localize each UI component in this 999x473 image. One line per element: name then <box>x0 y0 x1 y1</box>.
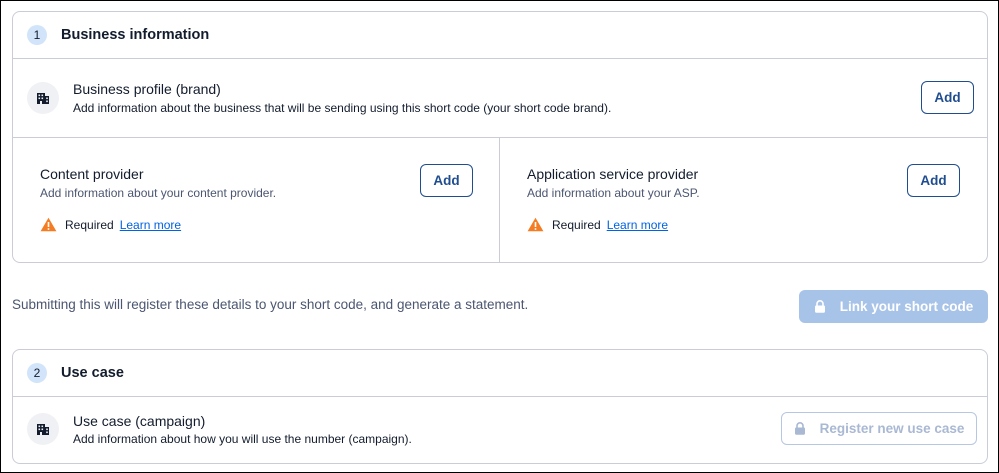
section-title: Business information <box>61 27 210 43</box>
link-short-code-button[interactable]: Link your short code <box>799 290 988 323</box>
add-business-profile-button[interactable]: Add <box>921 81 974 114</box>
content-provider-required: Required Learn more <box>40 217 181 232</box>
content-provider-title: Content provider <box>40 166 144 182</box>
business-profile-row: Business profile (brand) Add information… <box>13 59 987 138</box>
use-case-header: 2 Use case <box>13 350 987 397</box>
step-number-badge: 1 <box>27 25 47 45</box>
business-information-card: 1 Business information Business profile … <box>12 11 988 263</box>
business-information-header: 1 Business information <box>13 12 987 59</box>
submit-note: Submitting this will register these deta… <box>12 297 529 312</box>
building-icon <box>27 413 59 445</box>
asp-title: Application service provider <box>527 166 699 182</box>
step-number-badge: 2 <box>27 363 47 383</box>
use-case-campaign-row: Use case (campaign) Add information abou… <box>13 397 987 463</box>
register-use-case-button[interactable]: Register new use case <box>781 412 977 445</box>
lock-icon <box>794 422 806 435</box>
asp-description: Add information about your ASP. <box>527 186 700 200</box>
required-label: Required <box>552 217 601 232</box>
content-provider-panel: Content provider Add information about y… <box>13 138 500 262</box>
warning-icon <box>40 217 57 232</box>
learn-more-link[interactable]: Learn more <box>607 218 668 232</box>
use-case-card: 2 Use case Use case (campaign) Add infor… <box>12 349 988 464</box>
asp-panel: Application service provider Add informa… <box>500 138 987 262</box>
link-short-code-label: Link your short code <box>839 299 974 314</box>
business-profile-description: Add information about the business that … <box>73 101 612 115</box>
business-profile-title: Business profile (brand) <box>73 81 221 97</box>
use-case-campaign-description: Add information about how you will use t… <box>73 432 412 446</box>
section-title: Use case <box>61 365 124 381</box>
required-label: Required <box>65 217 114 232</box>
provider-row: Content provider Add information about y… <box>13 138 987 262</box>
content-provider-description: Add information about your content provi… <box>40 186 277 200</box>
learn-more-link[interactable]: Learn more <box>120 218 181 232</box>
add-content-provider-button[interactable]: Add <box>420 164 473 197</box>
lock-icon <box>814 300 826 313</box>
register-use-case-label: Register new use case <box>819 421 965 436</box>
warning-icon <box>527 217 544 232</box>
building-icon <box>27 82 59 114</box>
add-asp-button[interactable]: Add <box>907 164 960 197</box>
use-case-campaign-title: Use case (campaign) <box>73 413 206 429</box>
asp-required: Required Learn more <box>527 217 668 232</box>
